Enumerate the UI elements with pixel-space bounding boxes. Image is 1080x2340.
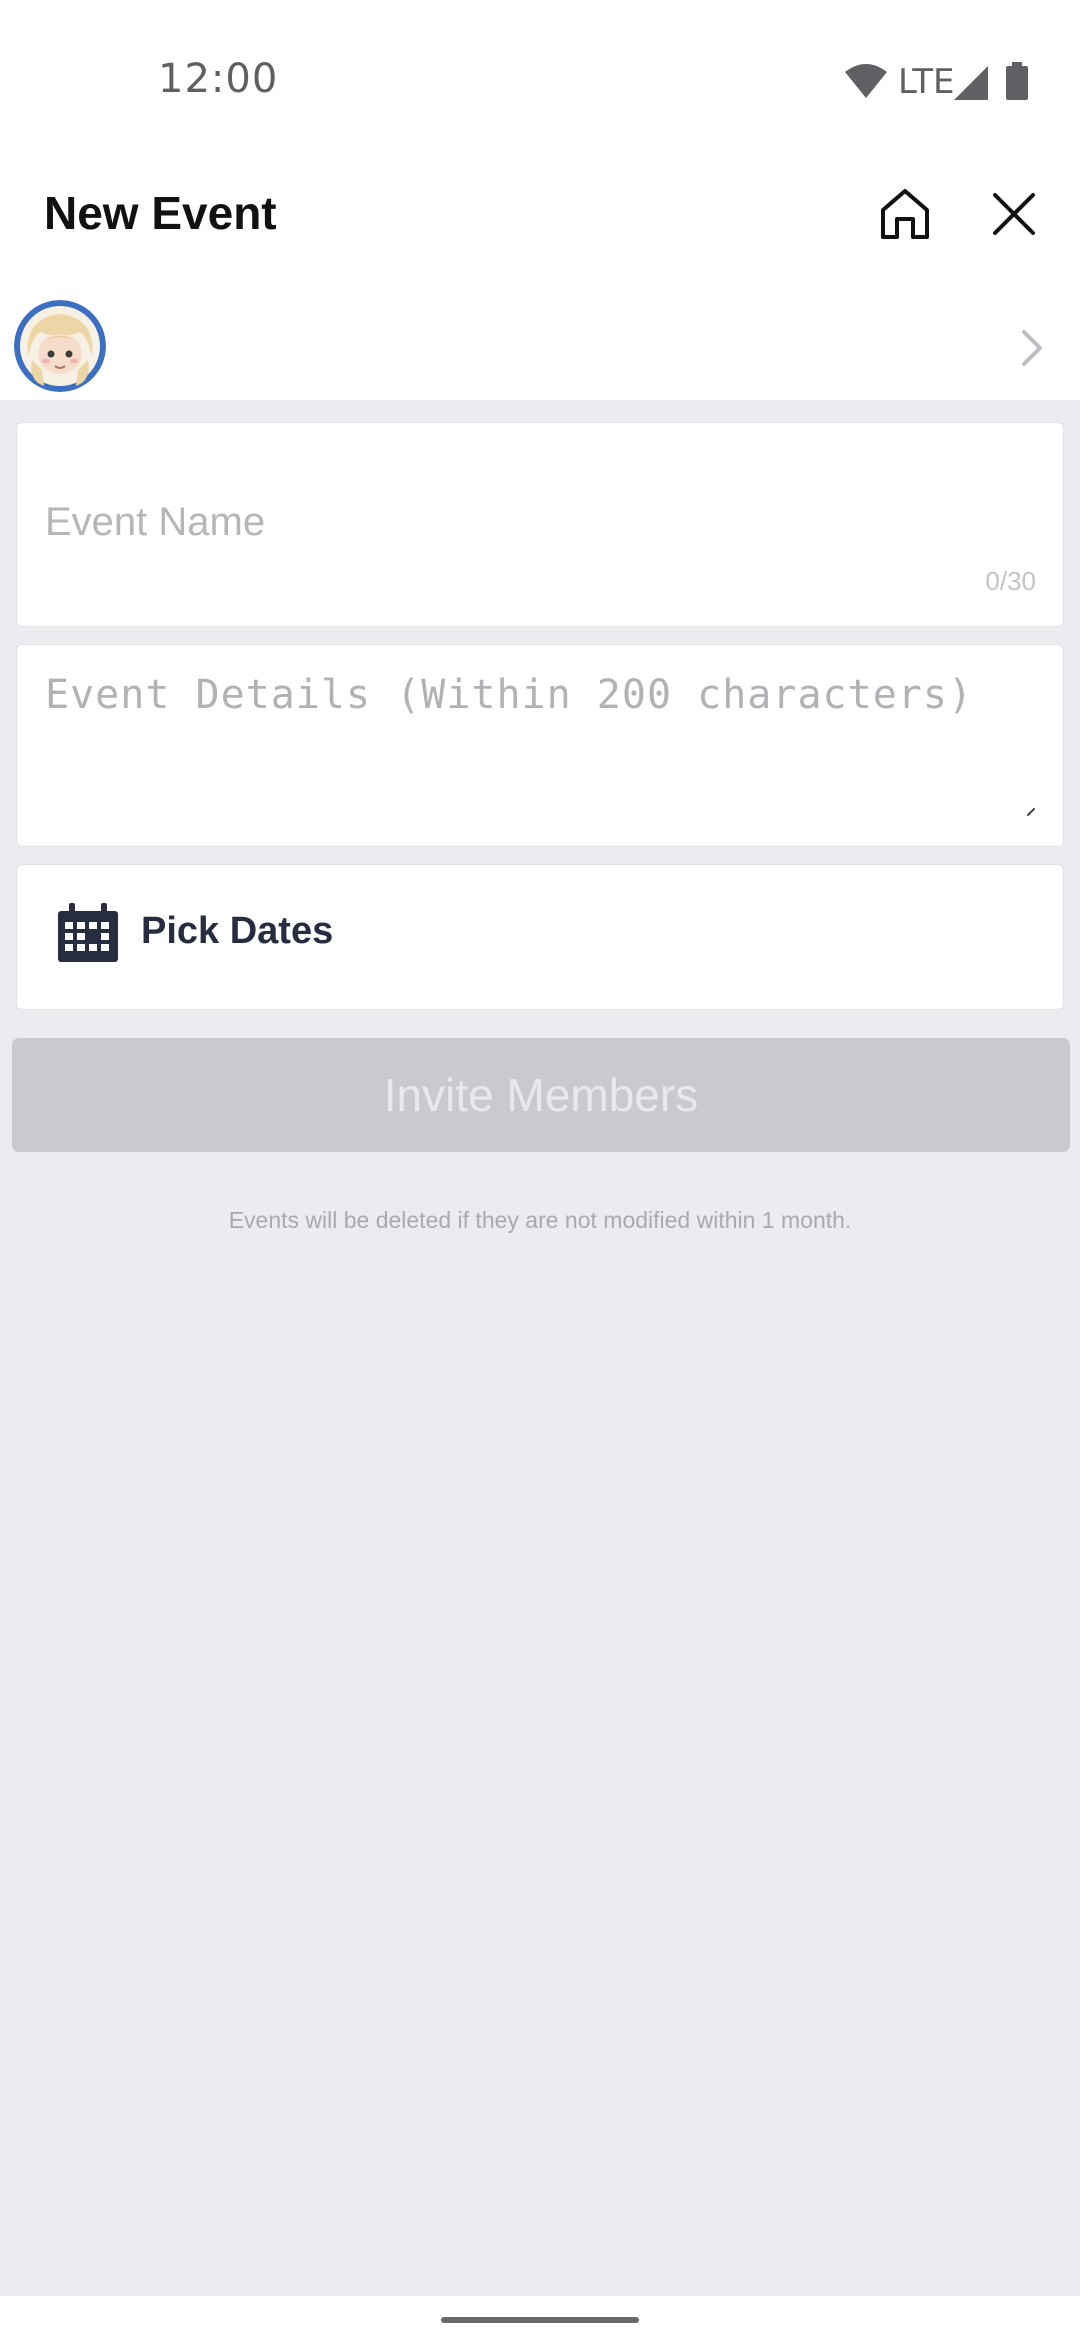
profile-selector-row[interactable] — [0, 290, 1080, 400]
deletion-notice: Events will be deleted if they are not m… — [228, 1207, 852, 1233]
avatar[interactable] — [14, 300, 106, 392]
invite-members-button[interactable]: Invite Members — [12, 1038, 1070, 1152]
invite-members-label: Invite Members — [383, 1069, 699, 1121]
event-name-counter: 0/30 — [985, 566, 1036, 596]
home-gesture-pill[interactable] — [441, 2317, 639, 2323]
close-icon — [993, 193, 1035, 235]
home-button[interactable] — [865, 174, 945, 254]
pick-dates-label: Pick Dates — [141, 910, 334, 952]
calendar-icon — [58, 903, 118, 962]
wifi-icon — [845, 64, 887, 98]
event-details-placeholder: Event Details (Within 200 characters) — [45, 672, 974, 718]
event-name-placeholder: Event Name — [45, 500, 266, 544]
status-time: 12:00 — [158, 56, 279, 102]
signal-icon — [954, 66, 988, 100]
page-title: New Event — [44, 187, 277, 239]
home-icon — [881, 189, 929, 239]
network-type: LTE — [898, 62, 955, 102]
close-button[interactable] — [974, 174, 1054, 254]
battery-icon — [1006, 62, 1028, 100]
chevron-right-icon — [1022, 330, 1042, 366]
resize-handle-icon[interactable] — [1026, 806, 1036, 816]
